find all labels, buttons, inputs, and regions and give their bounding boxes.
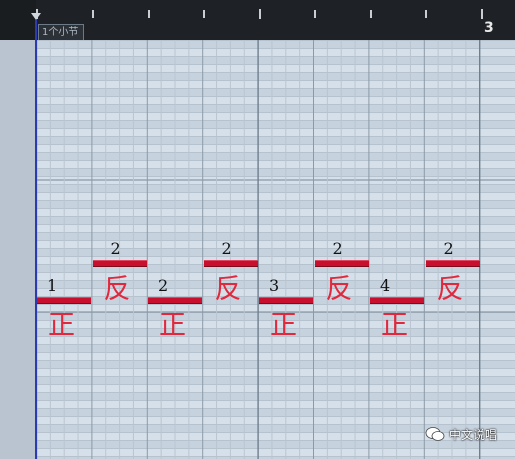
pitch-row bbox=[36, 80, 515, 88]
pitch-row bbox=[36, 352, 515, 360]
annotation-label: 反 bbox=[103, 274, 131, 305]
ruler-corner bbox=[0, 0, 36, 40]
timeline-ruler[interactable]: 1个小节 3 bbox=[0, 0, 515, 41]
note-block[interactable] bbox=[259, 297, 313, 304]
annotation-label: 正 bbox=[48, 310, 75, 341]
ruler-tick bbox=[92, 10, 94, 18]
pitch-row bbox=[36, 168, 515, 176]
pitch-row bbox=[36, 360, 515, 368]
pitch-row bbox=[36, 200, 515, 208]
ruler-tick bbox=[370, 10, 372, 18]
pitch-row bbox=[36, 224, 515, 232]
watermark-text: 中文说唱 bbox=[449, 427, 498, 442]
pitch-row bbox=[36, 48, 515, 56]
pitch-row bbox=[36, 184, 515, 192]
playhead-line[interactable] bbox=[35, 20, 37, 459]
pitch-row bbox=[36, 344, 515, 352]
velocity-label: 2 bbox=[332, 239, 343, 258]
ruler-tick bbox=[148, 10, 150, 18]
pitch-row bbox=[36, 120, 515, 128]
pitch-row bbox=[36, 40, 515, 48]
ruler-tick bbox=[481, 9, 483, 19]
note-block[interactable] bbox=[92, 260, 147, 267]
pitch-row bbox=[36, 56, 515, 64]
wechat-icon bbox=[425, 427, 445, 441]
annotation-label: 正 bbox=[381, 310, 408, 341]
velocity-label: 2 bbox=[158, 276, 169, 295]
pitch-row bbox=[36, 368, 515, 376]
note-block[interactable] bbox=[37, 297, 91, 304]
pitch-row bbox=[36, 136, 515, 144]
pitch-row bbox=[36, 72, 515, 80]
pitch-row bbox=[36, 192, 515, 200]
pitch-row bbox=[36, 104, 515, 112]
bar-number-label: 3 bbox=[484, 20, 494, 36]
velocity-label: 2 bbox=[221, 239, 232, 258]
pitch-row bbox=[36, 216, 515, 224]
note-block[interactable] bbox=[370, 297, 424, 304]
annotation-label: 正 bbox=[270, 310, 297, 341]
pitch-row bbox=[36, 88, 515, 96]
pitch-row bbox=[36, 128, 515, 136]
note-block[interactable] bbox=[203, 260, 258, 267]
velocity-label: 3 bbox=[269, 276, 280, 295]
pitch-row bbox=[36, 448, 515, 456]
velocity-label: 2 bbox=[443, 239, 454, 258]
pitch-row bbox=[36, 408, 515, 416]
pitch-row bbox=[36, 112, 515, 120]
section-length-tag[interactable]: 1个小节 bbox=[38, 24, 85, 41]
velocity-label: 2 bbox=[110, 239, 121, 258]
playhead-marker-icon[interactable] bbox=[31, 13, 41, 20]
pitch-row bbox=[36, 392, 515, 400]
annotation-label: 反 bbox=[214, 274, 242, 305]
watermark: 中文说唱 bbox=[425, 425, 497, 443]
velocity-label: 4 bbox=[380, 276, 391, 295]
pitch-row bbox=[36, 376, 515, 384]
annotation-label: 反 bbox=[325, 274, 353, 305]
pitch-row bbox=[36, 64, 515, 72]
pitch-row bbox=[36, 152, 515, 160]
pitch-row bbox=[36, 160, 515, 168]
ruler-tick bbox=[203, 10, 205, 18]
piano-keys-strip[interactable] bbox=[0, 40, 37, 459]
annotation-label: 反 bbox=[436, 274, 464, 305]
pitch-row bbox=[36, 384, 515, 392]
pitch-row bbox=[36, 208, 515, 216]
velocity-label: 1 bbox=[47, 276, 58, 295]
ruler-tick bbox=[259, 9, 261, 19]
pitch-row bbox=[36, 96, 515, 104]
pitch-row bbox=[36, 144, 515, 152]
note-block[interactable] bbox=[425, 260, 480, 267]
note-block[interactable] bbox=[314, 260, 369, 267]
ruler-tick bbox=[425, 10, 427, 18]
annotation-label: 正 bbox=[159, 310, 186, 341]
pitch-row bbox=[36, 400, 515, 408]
pitch-row bbox=[36, 416, 515, 424]
ruler-tick bbox=[314, 10, 316, 18]
note-block[interactable] bbox=[148, 297, 202, 304]
